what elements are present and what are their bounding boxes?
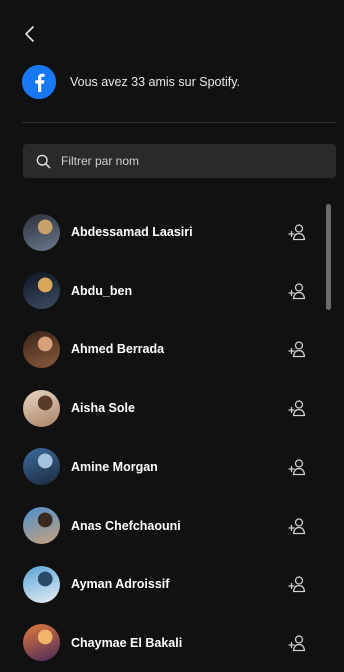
avatar <box>23 213 60 251</box>
search-input[interactable] <box>59 153 313 169</box>
add-friend-icon <box>288 224 306 241</box>
add-friend-icon <box>288 459 306 475</box>
friend-row[interactable]: Ahmed Berrada <box>0 320 344 378</box>
follow-button[interactable] <box>287 456 309 478</box>
follow-button[interactable] <box>287 221 309 243</box>
facebook-icon <box>22 65 56 99</box>
avatar <box>23 624 60 662</box>
friends-screen: Vous avez 33 amis sur Spotify. Abdessama… <box>0 0 344 664</box>
follow-button[interactable] <box>287 515 309 537</box>
search-bar[interactable] <box>23 144 336 178</box>
friend-row[interactable]: Chaymae El Bakali <box>0 614 344 672</box>
divider <box>22 122 336 123</box>
follow-button[interactable] <box>287 280 309 302</box>
friend-name: Aisha Sole <box>71 401 135 416</box>
friend-name: Abdu_ben <box>71 283 133 298</box>
friend-name: Abdessamad Laasiri <box>71 225 193 239</box>
follow-button[interactable] <box>287 632 309 654</box>
avatar <box>23 330 60 368</box>
avatar <box>23 389 60 427</box>
friend-name: Amine Morgan <box>71 459 158 474</box>
friend-row[interactable]: Abdu_ben <box>0 262 344 320</box>
chevron-left-icon <box>25 26 34 42</box>
follow-button[interactable] <box>287 338 309 360</box>
friend-row[interactable]: Aisha Sole <box>0 379 344 437</box>
add-friend-icon <box>288 283 306 299</box>
friend-name: Chaymae El Bakali <box>71 635 183 650</box>
friend-name: Ahmed Berrada <box>71 342 165 357</box>
facebook-friends-banner: Vous avez 33 amis sur Spotify. <box>22 64 322 100</box>
friend-name: Anas Chefchaouni <box>71 518 181 533</box>
add-friend-icon <box>288 635 306 652</box>
friend-row[interactable]: Anas Chefchaouni <box>0 497 344 555</box>
avatar <box>23 272 60 310</box>
facebook-friends-count-text: Vous avez 33 amis sur Spotify. <box>70 75 240 89</box>
avatar <box>23 565 60 603</box>
search-icon <box>35 153 51 169</box>
follow-button[interactable] <box>287 397 309 419</box>
follow-button[interactable] <box>287 573 309 595</box>
avatar <box>23 448 60 486</box>
friend-row[interactable]: Amine Morgan <box>0 438 344 496</box>
friend-name: Ayman Adroissif <box>71 577 170 592</box>
scrollbar[interactable] <box>326 204 331 310</box>
avatar <box>23 507 60 544</box>
add-friend-icon <box>288 576 306 593</box>
back-button[interactable] <box>18 22 42 46</box>
add-friend-icon <box>288 517 306 534</box>
add-friend-icon <box>288 341 306 358</box>
friend-row[interactable]: Abdessamad Laasiri <box>0 203 344 261</box>
friend-row[interactable]: Ayman Adroissif <box>0 555 344 613</box>
add-friend-icon <box>288 400 306 417</box>
